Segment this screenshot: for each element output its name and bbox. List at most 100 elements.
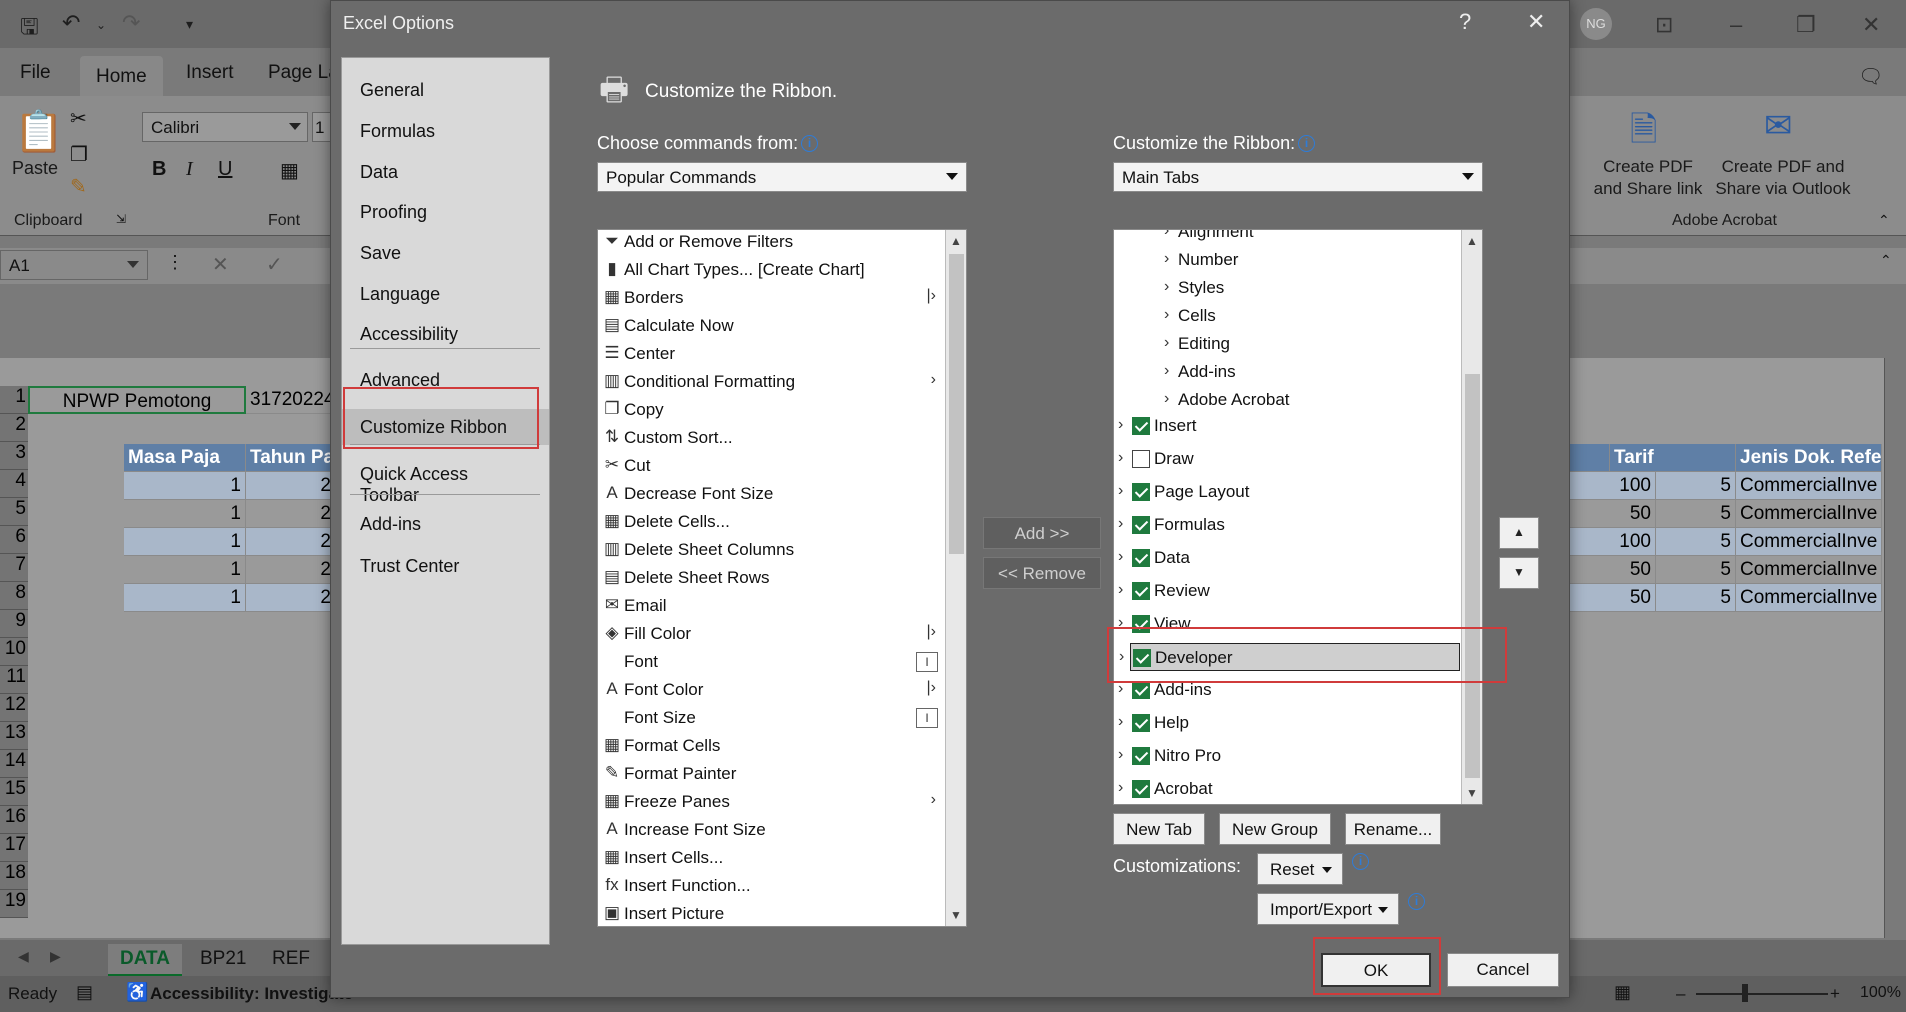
confirm-entry-icon[interactable]: ✓ [266,252,283,277]
sheet-tab-data[interactable]: DATA [108,944,182,977]
tab-insert[interactable]: Insert [186,62,234,84]
command-item[interactable]: A Font Color |› [598,676,966,704]
tree-tab-nitro-pro[interactable]: › Nitro Pro [1114,742,1460,770]
tree-tab-help[interactable]: › Help [1114,709,1460,737]
row-header[interactable]: 13 [0,722,28,750]
header-tahun-pajak[interactable]: Tahun Pa [246,444,336,472]
nav-item-accessibility[interactable]: Accessibility [342,316,549,352]
chevron-right-icon[interactable]: › [1164,306,1169,324]
chevron-right-icon[interactable]: › [1118,449,1123,467]
redo-icon[interactable]: ↷ [122,10,140,36]
zoom-slider-thumb[interactable] [1742,984,1748,1002]
help-button[interactable]: ? [1459,9,1471,35]
reset-dropdown[interactable]: Reset [1257,853,1343,885]
zoom-slider[interactable] [1696,993,1828,995]
font-size-box[interactable]: 1 [312,112,332,142]
paste-icon[interactable]: 📋 [14,108,64,155]
row-header[interactable]: 11 [0,666,28,694]
row-header[interactable]: 8 [0,582,28,610]
customize-qat-icon[interactable]: ▾ [186,16,193,33]
tab-checkbox[interactable] [1132,780,1150,798]
nav-item-formulas[interactable]: Formulas [342,113,549,149]
window-close-icon[interactable]: ✕ [1862,12,1880,38]
table-cell[interactable]: 2 [246,528,336,556]
table-cell[interactable]: 2 [246,584,336,612]
tab-checkbox[interactable] [1132,714,1150,732]
restore-icon[interactable]: ❐ [1796,12,1816,38]
comments-icon[interactable]: 🗨 [1858,64,1883,89]
zoom-level[interactable]: 100% [1860,984,1901,1002]
format-painter-icon[interactable]: ✎ [70,174,87,199]
nav-item-data[interactable]: Data [342,154,549,190]
tab-home[interactable]: Home [80,56,163,96]
row-header[interactable]: 19 [0,890,28,918]
tab-checkbox[interactable] [1132,483,1150,501]
cut-icon[interactable]: ✂ [70,106,87,131]
ribbon-tabs-tree[interactable]: › Alignment › Number › Styles › Cells › Editing › A… [1113,229,1483,805]
commands-scroll-thumb[interactable] [949,254,964,554]
bold-icon[interactable]: B [152,158,166,181]
tree-group-item[interactable]: › Cells [1114,302,1482,330]
tree-group-item[interactable]: › Adobe Acrobat [1114,386,1482,414]
row-header[interactable]: 5 [0,498,28,526]
table-cell[interactable]: 5 [1656,556,1736,584]
command-item[interactable]: ▦ Freeze Panes › [598,788,966,816]
name-box[interactable]: A1 [0,250,148,280]
tree-tab-review[interactable]: › Review [1114,577,1460,605]
scroll-down-icon[interactable]: ▼ [950,908,962,922]
chevron-right-icon[interactable]: › [1164,278,1169,296]
info-icon[interactable]: i [1408,893,1425,910]
nav-item-language[interactable]: Language [342,276,549,312]
tree-tab-data[interactable]: › Data [1114,544,1460,572]
customize-ribbon-select[interactable]: Main Tabs [1113,162,1483,192]
info-icon[interactable]: i [1298,135,1316,152]
table-cell[interactable]: 5 [1656,584,1736,612]
macro-record-icon[interactable]: ▤ [76,982,93,1003]
tree-scrollbar[interactable]: ▲ ▼ [1461,230,1482,804]
tab-checkbox[interactable] [1132,681,1150,699]
user-avatar[interactable]: NG [1580,8,1612,40]
table-cell[interactable]: 5 [1656,528,1736,556]
move-up-button[interactable]: ▲ [1499,517,1539,549]
create-pdf-share-link-icon[interactable]: 🗎 [1630,106,1657,163]
next-sheet-icon[interactable]: ▶ [50,948,61,965]
header-masa-pajak[interactable]: Masa Paja [124,444,246,472]
chevron-right-icon[interactable]: › [1164,230,1169,240]
chevron-right-icon[interactable]: › [1118,515,1123,533]
row-header[interactable]: 16 [0,806,28,834]
table-cell[interactable]: 1 [124,528,246,556]
table-cell[interactable]: 100 [1570,528,1656,556]
info-icon[interactable]: i [1352,853,1369,870]
tab-page-layout[interactable]: Page La [268,62,339,84]
tree-tab-formulas[interactable]: › Formulas [1114,511,1460,539]
dialog-close-button[interactable]: ✕ [1527,9,1545,35]
tab-checkbox[interactable] [1132,417,1150,435]
copy-icon[interactable]: ❐ [70,142,88,167]
ribbon-display-icon[interactable]: ⊡ [1655,12,1673,38]
info-icon[interactable]: i [801,135,819,152]
collapse-ribbon-icon[interactable]: ⌃ [1878,212,1890,229]
scroll-down-icon[interactable]: ▼ [1466,786,1478,800]
tab-checkbox[interactable] [1132,549,1150,567]
new-tab-button[interactable]: New Tab [1113,813,1205,845]
command-item[interactable]: ▤ Delete Sheet Rows [598,564,966,592]
scroll-up-icon[interactable]: ▲ [1466,234,1478,248]
clipboard-launcher-icon[interactable]: ⇲ [116,212,126,226]
sheet-vertical-scrollbar[interactable] [1884,358,1906,938]
borders-icon[interactable]: ▦ [280,158,299,183]
tab-checkbox[interactable] [1132,747,1150,765]
chevron-right-icon[interactable]: › [1118,746,1123,764]
chevron-right-icon[interactable]: › [1164,250,1169,268]
prev-sheet-icon[interactable]: ◀ [18,948,29,965]
chevron-right-icon[interactable]: › [1164,362,1169,380]
cell-a1[interactable]: NPWP Pemotong [28,386,246,414]
paste-label[interactable]: Paste [12,158,58,179]
row-header[interactable]: 12 [0,694,28,722]
create-pdf-outlook-button[interactable]: Create PDF and Share via Outlook [1708,156,1858,200]
tree-group-item[interactable]: › Number [1114,246,1482,274]
row-header[interactable]: 10 [0,638,28,666]
table-cell[interactable]: 1 [124,472,246,500]
underline-icon[interactable]: U [218,158,232,181]
command-item[interactable]: Font I [598,648,966,676]
tab-checkbox[interactable] [1132,516,1150,534]
